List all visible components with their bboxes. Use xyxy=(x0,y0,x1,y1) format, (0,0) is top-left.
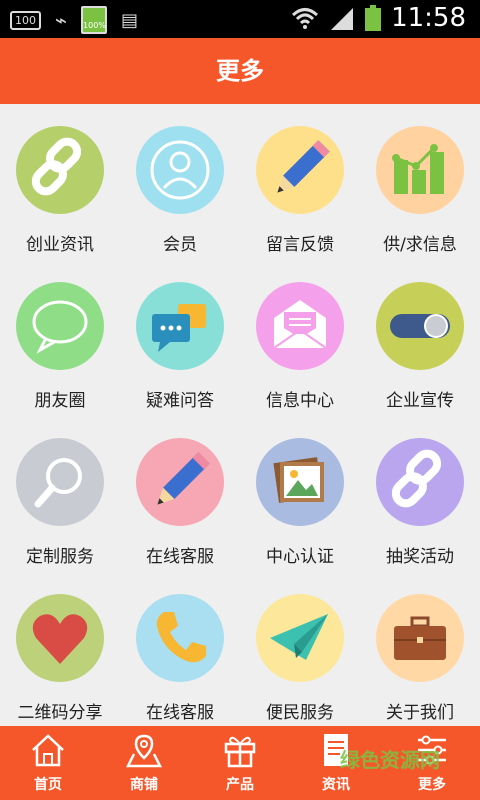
gift-icon xyxy=(224,736,256,768)
tab-label: 产品 xyxy=(226,777,254,793)
page-title: 更多 xyxy=(0,38,480,104)
heart-icon xyxy=(16,594,104,682)
grid-item-convenience[interactable]: 便民服务 xyxy=(240,572,360,728)
tab-label: 商铺 xyxy=(130,777,158,793)
grid-item-label: 企业宣传 xyxy=(386,391,454,411)
usb-icon: ⌁ xyxy=(55,8,68,32)
grid-item-member[interactable]: 会员 xyxy=(120,104,240,260)
menu-grid: 创业资讯 会员 留言反馈 供/求信息 朋友圈 疑难问答 信息中心 企业宣传 定制… xyxy=(0,104,480,726)
watermark: 绿色资源网 xyxy=(340,748,440,772)
grid-item-online-service[interactable]: 在线客服 xyxy=(120,416,240,572)
grid-item-label: 在线客服 xyxy=(146,547,214,567)
grid-item-custom-service[interactable]: 定制服务 xyxy=(0,416,120,572)
tab-home[interactable]: 首页 xyxy=(0,726,96,800)
toggle-icon xyxy=(376,282,464,370)
signal-icon xyxy=(331,8,354,30)
status-right-icons: 11:58 xyxy=(291,3,466,33)
grid-item-label: 在线客服 xyxy=(146,703,214,723)
grid-item-label: 供/求信息 xyxy=(383,235,457,255)
status-left-icons: 100 ⌁ 100% ▤ xyxy=(10,6,138,34)
chat-bubble-icon xyxy=(16,282,104,370)
phone-icon xyxy=(136,594,224,682)
grid-item-label: 疑难问答 xyxy=(146,391,214,411)
bar-chart-icon xyxy=(376,126,464,214)
grid-item-label: 关于我们 xyxy=(386,703,454,723)
grid-item-label: 朋友圈 xyxy=(34,391,86,411)
envelope-icon xyxy=(256,282,344,370)
user-icon xyxy=(136,126,224,214)
grid-item-label: 留言反馈 xyxy=(266,235,334,255)
grid-item-label: 创业资讯 xyxy=(26,235,94,255)
briefcase-icon xyxy=(376,594,464,682)
clock: 11:58 xyxy=(391,3,466,33)
grid-item-qr-share[interactable]: 二维码分享 xyxy=(0,572,120,728)
pencil-icon xyxy=(136,438,224,526)
grid-item-label: 定制服务 xyxy=(26,547,94,567)
grid-item-label: 中心认证 xyxy=(266,547,334,567)
chat-bubbles-icon xyxy=(136,282,224,370)
grid-item-info-center[interactable]: 信息中心 xyxy=(240,260,360,416)
link-icon xyxy=(376,438,464,526)
paper-plane-icon xyxy=(256,594,344,682)
grid-item-feedback[interactable]: 留言反馈 xyxy=(240,104,360,260)
magnifier-icon xyxy=(16,438,104,526)
tab-label: 首页 xyxy=(34,777,62,793)
map-location-icon xyxy=(126,734,162,768)
grid-item-label: 二维码分享 xyxy=(17,703,103,723)
grid-item-startup-news[interactable]: 创业资讯 xyxy=(0,104,120,260)
tab-label: 资讯 xyxy=(322,777,350,793)
tab-products[interactable]: 产品 xyxy=(192,726,288,800)
grid-item-certification[interactable]: 中心认证 xyxy=(240,416,360,572)
grid-item-promotion[interactable]: 企业宣传 xyxy=(360,260,480,416)
grid-item-label: 便民服务 xyxy=(266,703,334,723)
grid-item-lottery[interactable]: 抽奖活动 xyxy=(360,416,480,572)
grid-item-moments[interactable]: 朋友圈 xyxy=(0,260,120,416)
status-bar: 100 ⌁ 100% ▤ 11:58 xyxy=(0,0,480,38)
picture-icon xyxy=(256,438,344,526)
tab-shops[interactable]: 商铺 xyxy=(96,726,192,800)
grid-item-supply-demand[interactable]: 供/求信息 xyxy=(360,104,480,260)
grid-item-label: 信息中心 xyxy=(266,391,334,411)
notification-icon: ▤ xyxy=(121,9,139,31)
pencil-icon xyxy=(256,126,344,214)
wifi-icon xyxy=(292,8,319,29)
grid-item-about-us[interactable]: 关于我们 xyxy=(360,572,480,728)
battery-icon xyxy=(365,5,382,31)
tab-label: 更多 xyxy=(418,777,446,793)
link-icon xyxy=(16,126,104,214)
grid-item-qa[interactable]: 疑难问答 xyxy=(120,260,240,416)
home-icon xyxy=(32,734,64,767)
sim-100-icon: 100 xyxy=(10,10,41,30)
grid-item-label: 会员 xyxy=(163,235,197,255)
grid-item-label: 抽奖活动 xyxy=(386,547,454,567)
battery-100-icon: 100% xyxy=(81,6,108,34)
battery-small-label: 100% xyxy=(83,21,106,30)
grid-item-online-service-2[interactable]: 在线客服 xyxy=(120,572,240,728)
